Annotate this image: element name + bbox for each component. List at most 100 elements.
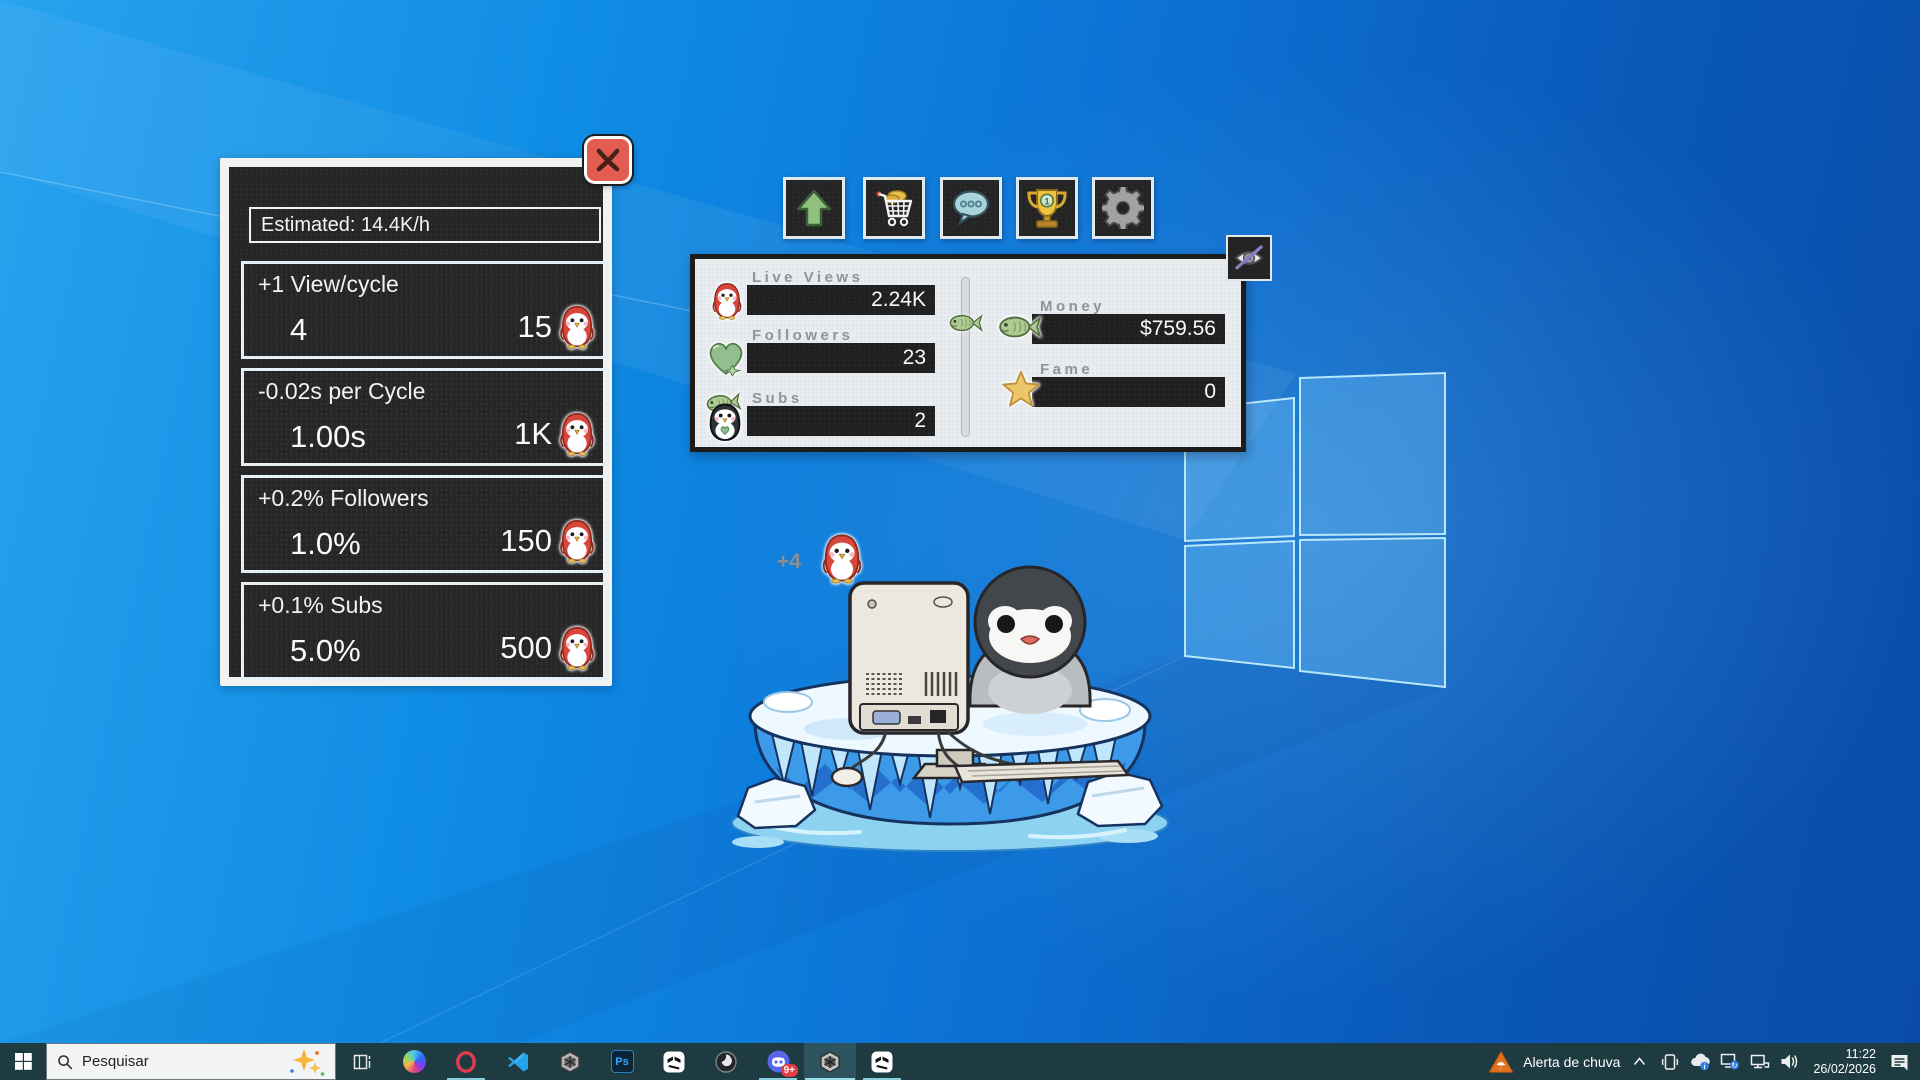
magnifier-icon — [57, 1054, 73, 1070]
fish-slider-handle[interactable] — [948, 311, 984, 335]
settings-button[interactable] — [1092, 177, 1154, 239]
discord-notification-badge: 9+ — [781, 1064, 798, 1077]
task-view-button[interactable] — [336, 1043, 388, 1080]
tray-onedrive-button[interactable]: i — [1689, 1050, 1710, 1074]
tray-network-button[interactable] — [1749, 1050, 1770, 1074]
followers-value: 23 — [903, 346, 926, 370]
taskbar-app-vscode[interactable] — [492, 1043, 544, 1080]
followers-bar: 23 — [747, 343, 935, 373]
weather-alert-button[interactable]: ☂ — [1488, 1050, 1514, 1074]
estimated-rate: Estimated: 14.4K/h — [249, 207, 601, 243]
network-icon — [1750, 1053, 1770, 1071]
photoshop-glyph: Ps — [615, 1056, 628, 1068]
photoshop-icon: Ps — [611, 1050, 634, 1073]
svg-text:i: i — [1704, 1061, 1706, 1070]
clock-date: 26/02/2026 — [1813, 1062, 1876, 1076]
subs-label: Subs — [752, 390, 803, 407]
taskbar-app-capcut-window[interactable] — [856, 1043, 908, 1080]
panel-scale-slider-track[interactable] — [961, 277, 970, 437]
trophy-rank-number: 1 — [1044, 197, 1049, 207]
copilot-sparkle-icon — [287, 1047, 325, 1077]
trophy-icon: 1 — [1025, 185, 1069, 231]
fame-value: 0 — [1204, 380, 1216, 404]
tray-expand-button[interactable] — [1629, 1050, 1650, 1074]
red-penguin-currency-icon — [556, 518, 598, 564]
clock-time: 11:22 — [1846, 1047, 1876, 1061]
chat-bubble-icon — [948, 186, 994, 230]
green-fish-icon — [997, 313, 1043, 341]
weather-alert-text[interactable]: Alerta de chuva — [1523, 1054, 1620, 1070]
live-views-label: Live Views — [752, 269, 863, 286]
start-button[interactable] — [0, 1043, 46, 1080]
hide-stats-button[interactable] — [1226, 235, 1272, 281]
notification-icon — [1889, 1052, 1910, 1072]
upgrade-views-button[interactable]: +1 View/cycle 4 15 — [241, 261, 609, 359]
taskbar-app-capcut[interactable] — [648, 1043, 700, 1080]
capcut-icon — [870, 1050, 894, 1074]
taskbar-app-photoshop[interactable]: Ps — [596, 1043, 648, 1080]
upgrade-label: +0.2% Followers — [258, 485, 429, 512]
money-label: Money — [1040, 298, 1105, 315]
upgrade-cost: 500 — [500, 625, 598, 671]
achievements-button[interactable]: 1 — [1016, 177, 1078, 239]
taskbar-app-opera-gx[interactable] — [440, 1043, 492, 1080]
penguin-character[interactable] — [970, 567, 1090, 714]
taskbar-app-unity[interactable] — [544, 1043, 596, 1080]
taskbar-app-discord[interactable]: 9+ — [752, 1043, 804, 1080]
taskbar-app-unity-game-active[interactable] — [804, 1043, 856, 1080]
upgrade-cycle-button[interactable]: -0.02s per Cycle 1.00s 1K — [241, 368, 609, 466]
upgrade-current-value: 5.0% — [290, 633, 361, 669]
red-penguin-currency-icon — [556, 625, 598, 671]
vscode-icon — [506, 1050, 530, 1074]
search-box[interactable]: Pesquisar — [46, 1043, 336, 1080]
opera-gx-icon — [454, 1050, 478, 1074]
upgrades-menu-button[interactable] — [783, 177, 845, 239]
tray-update-button[interactable]: ↻ — [1719, 1050, 1740, 1074]
unity-icon — [818, 1050, 842, 1074]
penguin-with-fish-icon — [701, 391, 749, 443]
rain-alert-icon: ☂ — [1488, 1050, 1514, 1074]
tray-cast-button[interactable] — [1659, 1050, 1680, 1074]
unity-icon — [558, 1050, 582, 1074]
taskbar-apps: Ps — [336, 1043, 908, 1080]
red-penguin-icon — [709, 281, 745, 321]
upgrade-cost: 1K — [514, 411, 598, 457]
sync-icon: ↻ — [1720, 1052, 1740, 1071]
penguin-streamer-scene[interactable] — [700, 526, 1200, 856]
system-tray: ☂ Alerta de chuva i — [1488, 1043, 1920, 1080]
upgrade-subs-button[interactable]: +0.1% Subs 5.0% 500 — [241, 582, 609, 680]
live-views-bar: 2.24K — [747, 285, 935, 315]
upgrade-followers-button[interactable]: +0.2% Followers 1.0% 150 — [241, 475, 609, 573]
upgrade-current-value: 4 — [290, 312, 307, 348]
tray-volume-button[interactable] — [1779, 1050, 1800, 1074]
red-penguin-currency-icon — [556, 411, 598, 457]
upgrade-current-value: 1.00s — [290, 419, 366, 455]
red-penguin-sticker — [818, 532, 866, 585]
ice-rock-left — [738, 778, 815, 828]
live-views-value: 2.24K — [871, 288, 926, 312]
capcut-icon — [662, 1050, 686, 1074]
cast-icon — [1661, 1052, 1679, 1072]
action-center-button[interactable] — [1889, 1050, 1910, 1074]
money-bar: $759.56 — [1032, 314, 1225, 344]
upgrade-cost-value: 15 — [518, 309, 552, 345]
taskbar-app-copilot[interactable] — [388, 1043, 440, 1080]
upgrade-current-value: 1.0% — [290, 526, 361, 562]
taskbar-app-obs[interactable] — [700, 1043, 752, 1080]
close-upgrade-panel-button[interactable] — [584, 136, 632, 184]
subs-value: 2 — [914, 409, 926, 433]
up-arrow-icon — [792, 186, 836, 230]
estimated-rate-label: Estimated: 14.4K/h — [261, 214, 430, 237]
obs-studio-icon — [714, 1050, 738, 1074]
chat-button[interactable] — [940, 177, 1002, 239]
computer-mouse — [832, 768, 862, 786]
money-value: $759.56 — [1140, 317, 1216, 341]
svg-text:↻: ↻ — [1731, 1061, 1737, 1070]
task-view-icon — [352, 1052, 372, 1072]
followers-label: Followers — [752, 327, 854, 344]
upgrade-cost-value: 500 — [500, 630, 552, 666]
taskbar-clock[interactable]: 11:22 26/02/2026 — [1809, 1047, 1880, 1077]
shop-button[interactable] — [863, 177, 925, 239]
search-placeholder: Pesquisar — [82, 1053, 278, 1070]
chevron-up-icon — [1633, 1057, 1646, 1066]
